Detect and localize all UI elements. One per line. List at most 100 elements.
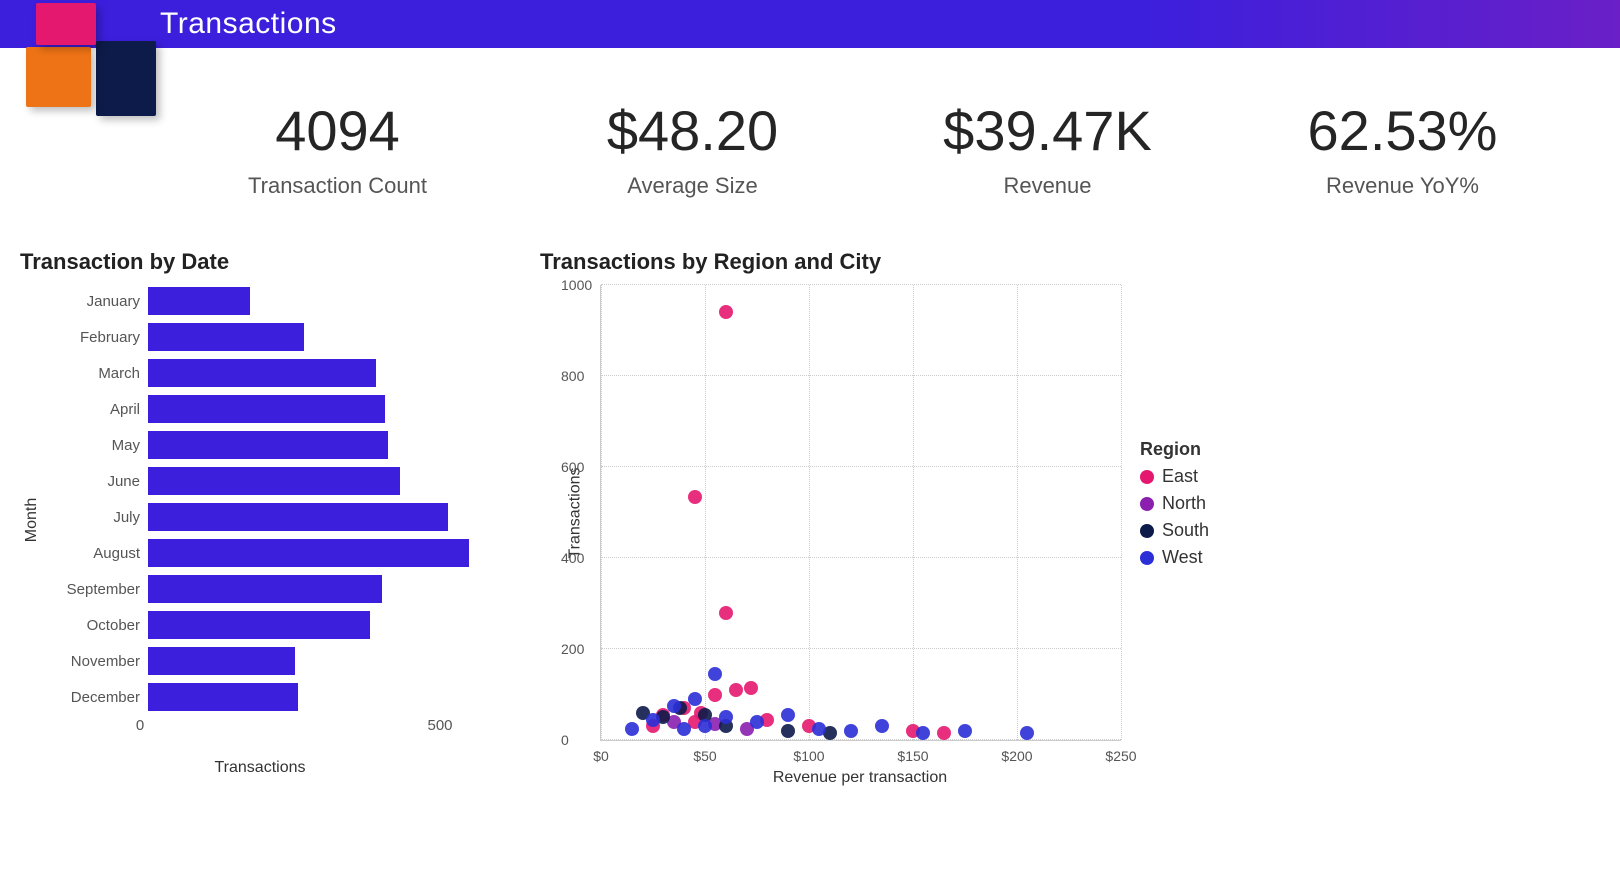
bar-track (148, 539, 500, 567)
scatter-point[interactable] (698, 719, 712, 733)
charts-row: Transaction by Date Month JanuaryFebruar… (0, 249, 1620, 787)
scatter-y-tick: 600 (561, 459, 584, 475)
bar-row[interactable]: July (20, 501, 500, 533)
bar-row[interactable]: December (20, 681, 500, 713)
grid-line-vertical (809, 285, 810, 740)
grid-line-horizontal (601, 284, 1121, 285)
kpi-value: 62.53% (1225, 103, 1580, 159)
logo-block-orange (26, 47, 91, 107)
kpi-value: $39.47K (870, 103, 1225, 159)
bar-category-label: June (20, 473, 148, 490)
grid-line-vertical (1121, 285, 1122, 740)
kpi-revenue[interactable]: $39.47K Revenue (870, 103, 1225, 199)
bar-track (148, 647, 500, 675)
scatter-point[interactable] (729, 683, 743, 697)
bar-track (148, 323, 500, 351)
scatter-y-tick: 200 (561, 641, 584, 657)
scatter-point[interactable] (646, 713, 660, 727)
bar-row[interactable]: November (20, 645, 500, 677)
bar-track (148, 395, 500, 423)
bar-fill (148, 683, 298, 711)
scatter-point[interactable] (688, 490, 702, 504)
scatter-plot-area: 02004006008001000$0$50$100$150$200$250 (600, 285, 1121, 741)
scatter-y-tick: 800 (561, 368, 584, 384)
kpi-label: Revenue YoY% (1225, 173, 1580, 199)
scatter-point[interactable] (958, 724, 972, 738)
legend-item[interactable]: East (1140, 466, 1209, 487)
grid-line-horizontal (601, 466, 1121, 467)
bar-row[interactable]: October (20, 609, 500, 641)
bar-track (148, 575, 500, 603)
scatter-point[interactable] (781, 708, 795, 722)
kpi-label: Revenue (870, 173, 1225, 199)
chart-title: Transactions by Region and City (540, 249, 1220, 275)
legend-dot-icon (1140, 524, 1154, 538)
legend-dot-icon (1140, 470, 1154, 484)
legend-label: East (1162, 466, 1198, 487)
legend-item[interactable]: West (1140, 547, 1209, 568)
bar-fill (148, 647, 295, 675)
scatter-point[interactable] (677, 722, 691, 736)
scatter-x-tick: $0 (593, 748, 609, 764)
kpi-revenue-yoy[interactable]: 62.53% Revenue YoY% (1225, 103, 1580, 199)
scatter-point[interactable] (1020, 726, 1034, 740)
bar-fill (148, 359, 376, 387)
bar-fill (148, 395, 385, 423)
chart-transaction-by-date[interactable]: Transaction by Date Month JanuaryFebruar… (20, 249, 500, 787)
bar-category-label: October (20, 617, 148, 634)
bar-category-label: August (20, 545, 148, 562)
scatter-point[interactable] (625, 722, 639, 736)
scatter-x-tick: $250 (1105, 748, 1136, 764)
legend-item[interactable]: North (1140, 493, 1209, 514)
bar-row[interactable]: March (20, 357, 500, 389)
scatter-point[interactable] (667, 699, 681, 713)
bar-category-label: September (20, 581, 148, 598)
legend-dot-icon (1140, 497, 1154, 511)
legend-label: North (1162, 493, 1206, 514)
kpi-row: 4094 Transaction Count $48.20 Average Si… (160, 103, 1580, 199)
chart-transactions-by-region-city[interactable]: Transactions by Region and City Transact… (540, 249, 1220, 787)
bar-row[interactable]: June (20, 465, 500, 497)
legend-item[interactable]: South (1140, 520, 1209, 541)
bar-category-label: November (20, 653, 148, 670)
scatter-point[interactable] (708, 688, 722, 702)
scatter-point[interactable] (916, 726, 930, 740)
bar-category-label: January (20, 293, 148, 310)
scatter-point[interactable] (844, 724, 858, 738)
kpi-label: Transaction Count (160, 173, 515, 199)
scatter-point[interactable] (688, 692, 702, 706)
bar-row[interactable]: May (20, 429, 500, 461)
bar-row[interactable]: February (20, 321, 500, 353)
grid-line-vertical (705, 285, 706, 740)
scatter-point[interactable] (937, 726, 951, 740)
scatter-point[interactable] (719, 305, 733, 319)
legend-dot-icon (1140, 551, 1154, 565)
bar-fill (148, 467, 400, 495)
bar-fill (148, 611, 370, 639)
scatter-y-tick: 1000 (561, 277, 592, 293)
scatter-point[interactable] (719, 606, 733, 620)
kpi-value: 4094 (160, 103, 515, 159)
scatter-point[interactable] (812, 722, 826, 736)
bar-track (148, 611, 500, 639)
bar-category-label: March (20, 365, 148, 382)
scatter-point[interactable] (708, 667, 722, 681)
scatter-point[interactable] (781, 724, 795, 738)
bar-row[interactable]: August (20, 537, 500, 569)
bar-row[interactable]: April (20, 393, 500, 425)
scatter-point[interactable] (719, 710, 733, 724)
bar-row[interactable]: September (20, 573, 500, 605)
bar-track (148, 359, 500, 387)
legend-label: West (1162, 547, 1203, 568)
grid-line-horizontal (601, 739, 1121, 740)
bar-x-tick: 0 (136, 717, 144, 734)
scatter-point[interactable] (875, 719, 889, 733)
bar-row[interactable]: January (20, 285, 500, 317)
kpi-average-size[interactable]: $48.20 Average Size (515, 103, 870, 199)
bar-track (148, 467, 500, 495)
kpi-transaction-count[interactable]: 4094 Transaction Count (160, 103, 515, 199)
scatter-y-axis-label: Transactions (567, 468, 585, 559)
grid-line-vertical (913, 285, 914, 740)
scatter-point[interactable] (750, 715, 764, 729)
scatter-point[interactable] (744, 681, 758, 695)
